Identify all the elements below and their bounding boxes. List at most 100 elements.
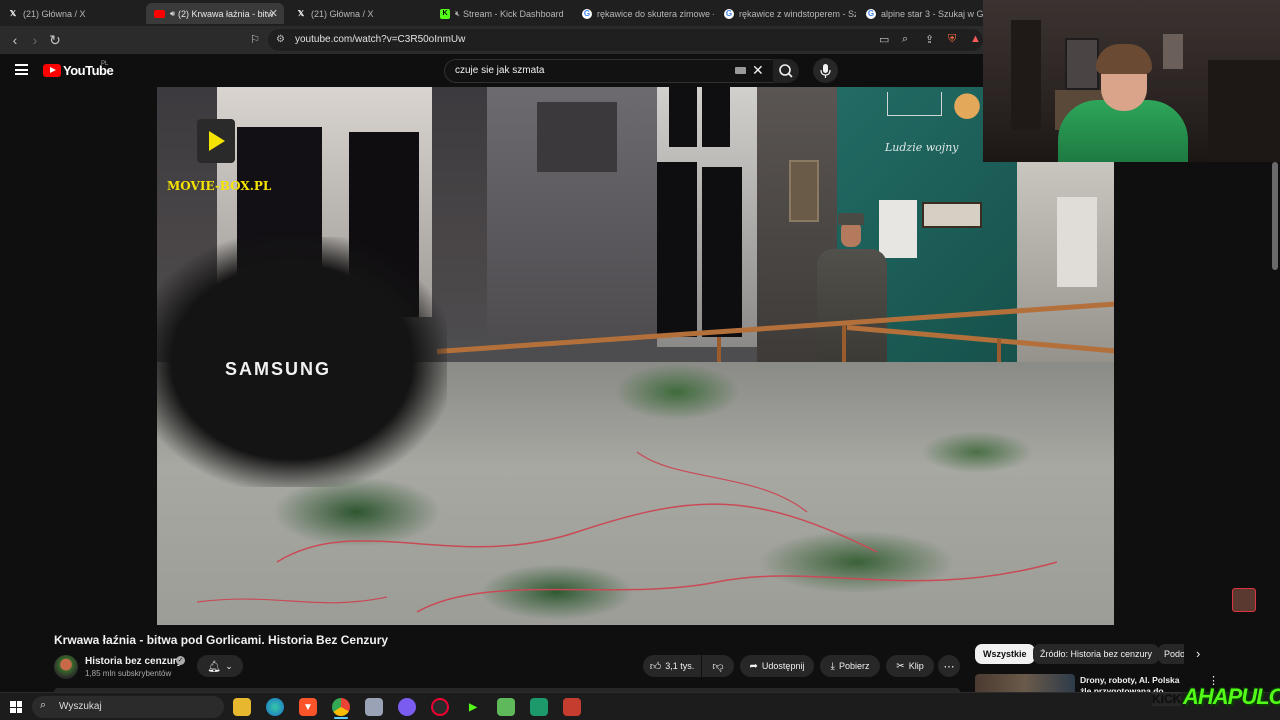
- microphone-icon: [820, 64, 831, 78]
- share-label: Udostępnij: [761, 661, 805, 671]
- samsung-logo-text: SAMSUNG: [225, 359, 332, 379]
- like-count: 3,1 tys.: [665, 661, 695, 671]
- search-button[interactable]: [773, 59, 799, 83]
- chip-similar[interactable]: Podo: [1158, 644, 1184, 664]
- tab-label: Stream - Kick Dashboard: [463, 8, 564, 19]
- dislike-button[interactable]: 👎︎: [702, 655, 734, 677]
- app-icon[interactable]: [497, 698, 515, 716]
- recommended-title[interactable]: Drony, roboty, AI. Polska źle przygotowa…: [1080, 675, 1188, 692]
- scissors-icon: ✂: [896, 660, 905, 672]
- windows-taskbar: ⌕ Wyszukaj ▼ ▶: [0, 692, 1280, 720]
- x-logo-icon: 𝕏: [297, 9, 305, 18]
- close-tab-icon[interactable]: ✕: [269, 7, 278, 20]
- brave-icon[interactable]: ▼: [299, 698, 317, 716]
- keyboard-icon[interactable]: [735, 67, 746, 74]
- chip-all[interactable]: Wszystkie: [975, 644, 1035, 664]
- chair-shadow: [1208, 60, 1280, 162]
- clear-search-icon[interactable]: ✕: [752, 62, 764, 79]
- subscriber-count: 1,85 mln subskrybentów: [85, 669, 172, 678]
- notification-bell-button[interactable]: 🔔︎ ⌄: [197, 655, 243, 677]
- file-explorer-icon[interactable]: [233, 698, 251, 716]
- tab-label: rękawice do skutera zimowe -: [597, 8, 714, 19]
- search-input-value: czuje sie jak szmata: [455, 65, 545, 76]
- window-pane: [657, 162, 697, 337]
- window-pane: [702, 167, 742, 337]
- brave-shield-icon[interactable]: ⛨: [948, 33, 956, 46]
- google-icon: G: [724, 8, 734, 19]
- mannequin-cap: [838, 213, 864, 225]
- browser-tab[interactable]: G rękawice z windstoperem - Sz: [716, 3, 856, 24]
- speaker-icon: 🔊︎: [170, 8, 176, 18]
- browser-tab[interactable]: G rękawice do skutera zimowe -: [574, 3, 714, 24]
- forward-icon[interactable]: ›: [26, 31, 44, 49]
- bookmark-icon[interactable]: ⚐: [246, 31, 264, 49]
- speaker-muted-icon: 🔇︎: [455, 8, 461, 18]
- wall-poster: [879, 200, 917, 258]
- share-icon[interactable]: ⇪: [925, 33, 934, 46]
- video-player[interactable]: Ludzie wojny SAMSUNG MOVIE-BOX.PL: [157, 87, 1114, 625]
- cast-icon[interactable]: ▭: [879, 33, 889, 46]
- clip-button[interactable]: ✂ Klip: [886, 655, 934, 677]
- play-triangle-icon: [209, 131, 225, 151]
- wall-poster: [1163, 34, 1183, 69]
- more-actions-button[interactable]: ⋯: [938, 655, 960, 677]
- page-scrollbar[interactable]: [1272, 162, 1278, 270]
- taskbar-search-placeholder: Wyszukaj: [59, 701, 102, 712]
- voice-search-button[interactable]: [813, 58, 838, 83]
- recommended-thumbnail[interactable]: [975, 674, 1075, 692]
- chevron-right-icon[interactable]: ›: [1196, 646, 1200, 661]
- wall-frame: [887, 92, 942, 116]
- share-arrow-icon: ➦: [749, 660, 758, 672]
- reload-icon[interactable]: ↻: [46, 31, 64, 49]
- obs-icon[interactable]: [431, 698, 449, 716]
- streamer-webcam: [983, 0, 1280, 162]
- search-input[interactable]: czuje sie jak szmata ✕: [444, 59, 774, 83]
- youtube-icon: [154, 9, 165, 18]
- back-icon[interactable]: ‹: [6, 31, 24, 49]
- browser-tab-active[interactable]: 🔊︎ (2) Krwawa łaźnia - bitw ✕: [146, 3, 284, 24]
- tab-label: rękawice z windstoperem - Sz: [739, 8, 856, 19]
- youtube-logo-icon[interactable]: [43, 64, 61, 77]
- thumbs-down-icon: 👎︎: [712, 660, 724, 673]
- kick-app-icon[interactable]: ▶: [464, 698, 482, 716]
- edge-icon[interactable]: [266, 698, 284, 716]
- share-button[interactable]: ➦ Udostępnij: [740, 655, 814, 677]
- browser-tab[interactable]: 𝕏 (21) Główna / X: [288, 3, 428, 24]
- search-icon: [779, 64, 793, 78]
- app-icon[interactable]: [365, 698, 383, 716]
- browser-tab[interactable]: 𝕏 (21) Główna / X: [0, 3, 142, 24]
- channel-name[interactable]: Historia bez cenzury: [85, 656, 182, 667]
- like-button[interactable]: 👍︎ 3,1 tys.: [643, 655, 701, 677]
- app-icon[interactable]: [530, 698, 548, 716]
- wall-poster: [1065, 38, 1099, 90]
- chrome-icon[interactable]: [332, 698, 350, 716]
- download-button[interactable]: ⤓ Pobierz: [820, 655, 880, 677]
- kick-icon: K: [440, 8, 450, 19]
- windows-start-icon[interactable]: [10, 701, 22, 713]
- tab-label: (2) Krwawa łaźnia - bitw: [178, 8, 274, 19]
- download-icon: ⤓: [830, 660, 835, 672]
- search-icon: ⌕: [40, 699, 47, 711]
- x-logo-icon: 𝕏: [9, 9, 17, 18]
- chip-source[interactable]: Źródło: Historia bez cenzury: [1033, 644, 1160, 664]
- more-dots-icon: ⋯: [943, 660, 955, 673]
- google-icon: G: [582, 8, 592, 19]
- download-label: Pobierz: [838, 661, 870, 671]
- channel-avatar[interactable]: [54, 655, 78, 679]
- bell-icon: 🔔︎: [207, 660, 222, 673]
- site-info-icon[interactable]: ⚙: [276, 34, 285, 45]
- url-text[interactable]: youtube.com/watch?v=C3R50oInmUw: [295, 34, 465, 45]
- discord-icon[interactable]: [398, 698, 416, 716]
- taskbar-search-box[interactable]: ⌕ Wyszukaj: [32, 696, 224, 718]
- app-icon[interactable]: [563, 698, 581, 716]
- zoom-icon[interactable]: ⌕: [902, 33, 908, 46]
- clip-label: Klip: [908, 661, 924, 671]
- google-icon: G: [866, 8, 876, 19]
- tab-label: (21) Główna / X: [23, 8, 86, 19]
- wall-frame: [922, 202, 982, 228]
- browser-tab[interactable]: G alpine star 3 - Szukaj w Goog: [858, 3, 984, 24]
- menu-icon[interactable]: [15, 64, 28, 75]
- tab-label: alpine star 3 - Szukaj w Goog: [881, 8, 984, 19]
- brave-rewards-icon[interactable]: ▲: [970, 33, 981, 45]
- browser-tab[interactable]: K 🔇︎ Stream - Kick Dashboard: [432, 3, 572, 24]
